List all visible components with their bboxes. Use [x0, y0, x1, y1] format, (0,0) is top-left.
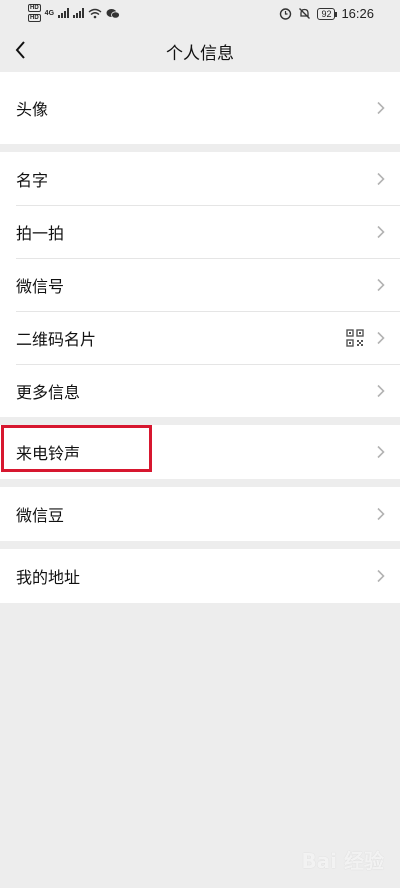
- battery-indicator: 92: [317, 7, 338, 20]
- group-beans: 微信豆: [0, 487, 400, 541]
- chevron-right-icon: [377, 225, 385, 238]
- chevron-right-icon: [377, 569, 385, 583]
- chevron-right-icon: [377, 384, 385, 397]
- group-ringtone: 来电铃声: [0, 425, 400, 479]
- row-pat[interactable]: 拍一拍: [0, 205, 400, 258]
- chevron-right-icon: [377, 445, 385, 459]
- row-wechat-id[interactable]: 微信号: [0, 258, 400, 311]
- group-profile: 名字 拍一拍 微信号 二维码名片 更多信息: [0, 152, 400, 417]
- wifi-icon: [88, 8, 102, 18]
- chevron-right-icon: [377, 172, 385, 185]
- row-label: 我的地址: [16, 568, 81, 587]
- row-wechat-beans[interactable]: 微信豆: [0, 487, 400, 541]
- row-label: 微信号: [16, 276, 65, 296]
- chevron-right-icon: [377, 278, 385, 291]
- clock: 16:26: [341, 6, 374, 21]
- chevron-right-icon: [377, 101, 385, 115]
- hd-badge-1: HD: [28, 4, 41, 12]
- signal-icon-2: [73, 8, 85, 18]
- row-ringtone[interactable]: 来电铃声: [0, 425, 400, 479]
- signal-icon: [58, 8, 70, 18]
- row-name[interactable]: 名字: [0, 152, 400, 205]
- row-label: 名字: [16, 170, 49, 190]
- status-bar: HD HD 4G 92 16:26: [0, 0, 400, 28]
- qr-code-icon: [346, 328, 364, 347]
- row-label: 二维码名片: [16, 329, 97, 349]
- row-label: 拍一拍: [16, 223, 65, 243]
- wechat-icon: [106, 8, 120, 19]
- hd-badge-2: HD: [28, 14, 41, 22]
- hd-indicators: HD HD: [28, 4, 41, 22]
- network-type: 4G: [44, 9, 55, 17]
- alarm-icon: [280, 8, 292, 20]
- chevron-right-icon: [377, 331, 385, 344]
- row-label: 微信豆: [16, 506, 65, 525]
- row-label: 来电铃声: [16, 444, 81, 463]
- status-left: HD HD 4G: [28, 4, 120, 22]
- row-avatar[interactable]: 头像: [0, 72, 400, 144]
- watermark: Bai 经验: [301, 849, 384, 873]
- chevron-right-icon: [377, 507, 385, 521]
- row-label: 头像: [16, 100, 49, 119]
- nav-bar: 个人信息: [0, 28, 400, 72]
- row-my-address[interactable]: 我的地址: [0, 549, 400, 603]
- row-qr-card[interactable]: 二维码名片: [0, 311, 400, 364]
- row-more-info[interactable]: 更多信息: [0, 364, 400, 417]
- row-label: 更多信息: [16, 382, 81, 402]
- status-right: 92 16:26: [279, 6, 374, 21]
- group-address: 我的地址: [0, 549, 400, 603]
- page-title: 个人信息: [166, 44, 234, 64]
- mute-icon: [299, 8, 311, 19]
- group-avatar: 头像: [0, 72, 400, 144]
